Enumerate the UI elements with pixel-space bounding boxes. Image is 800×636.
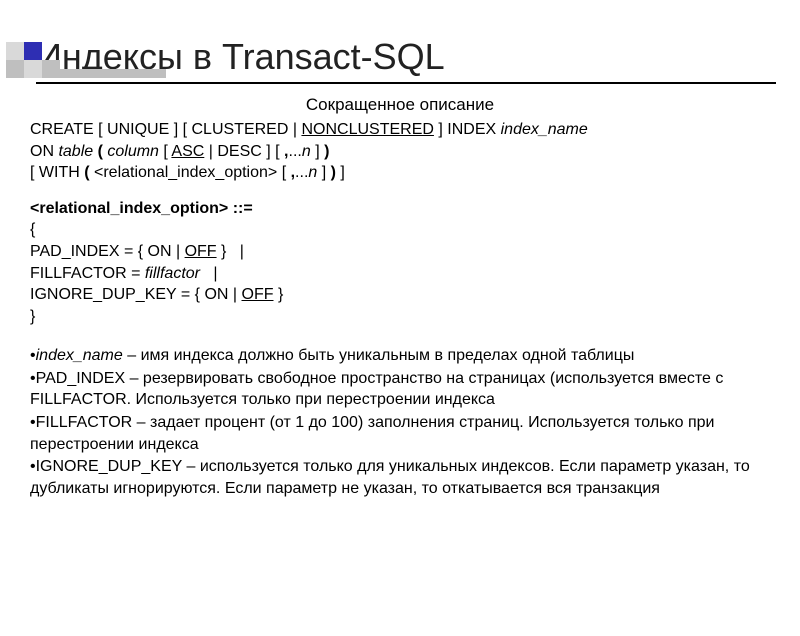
rio-line: PAD_INDEX = { ON | OFF } |: [30, 241, 770, 263]
syntax-line: [ WITH ( <relational_index_option> [ ,..…: [30, 162, 770, 184]
rio-line: FILLFACTOR = fillfactor |: [30, 263, 770, 285]
title-underline: [36, 82, 776, 84]
section-subheading: Сокращенное описание: [30, 94, 770, 117]
list-item: •IGNORE_DUP_KEY – используется только дл…: [30, 456, 770, 499]
rio-line: IGNORE_DUP_KEY = { ON | OFF }: [30, 284, 770, 306]
deco-square: [24, 42, 42, 60]
rio-line: }: [30, 306, 770, 328]
description-list: •index_name – имя индекса должно быть ун…: [30, 345, 770, 499]
deco-square: [6, 42, 24, 60]
syntax-line: CREATE [ UNIQUE ] [ CLUSTERED | NONCLUST…: [30, 119, 770, 141]
deco-bar: [60, 69, 166, 78]
slide-decoration: [6, 42, 166, 76]
rio-line: {: [30, 219, 770, 241]
syntax-block: CREATE [ UNIQUE ] [ CLUSTERED | NONCLUST…: [30, 119, 770, 184]
list-item: •PAD_INDEX – резервировать свободное про…: [30, 368, 770, 411]
deco-square: [6, 60, 24, 78]
relational-index-option-block: <relational_index_option> ::= { PAD_INDE…: [30, 198, 770, 328]
list-item: •FILLFACTOR – задает процент (от 1 до 10…: [30, 412, 770, 455]
deco-square: [42, 60, 60, 78]
rio-heading: <relational_index_option> ::=: [30, 198, 770, 220]
syntax-line: ON table ( column [ ASC | DESC ] [ ,...n…: [30, 141, 770, 163]
list-item: •index_name – имя индекса должно быть ун…: [30, 345, 770, 367]
deco-square: [24, 60, 42, 78]
